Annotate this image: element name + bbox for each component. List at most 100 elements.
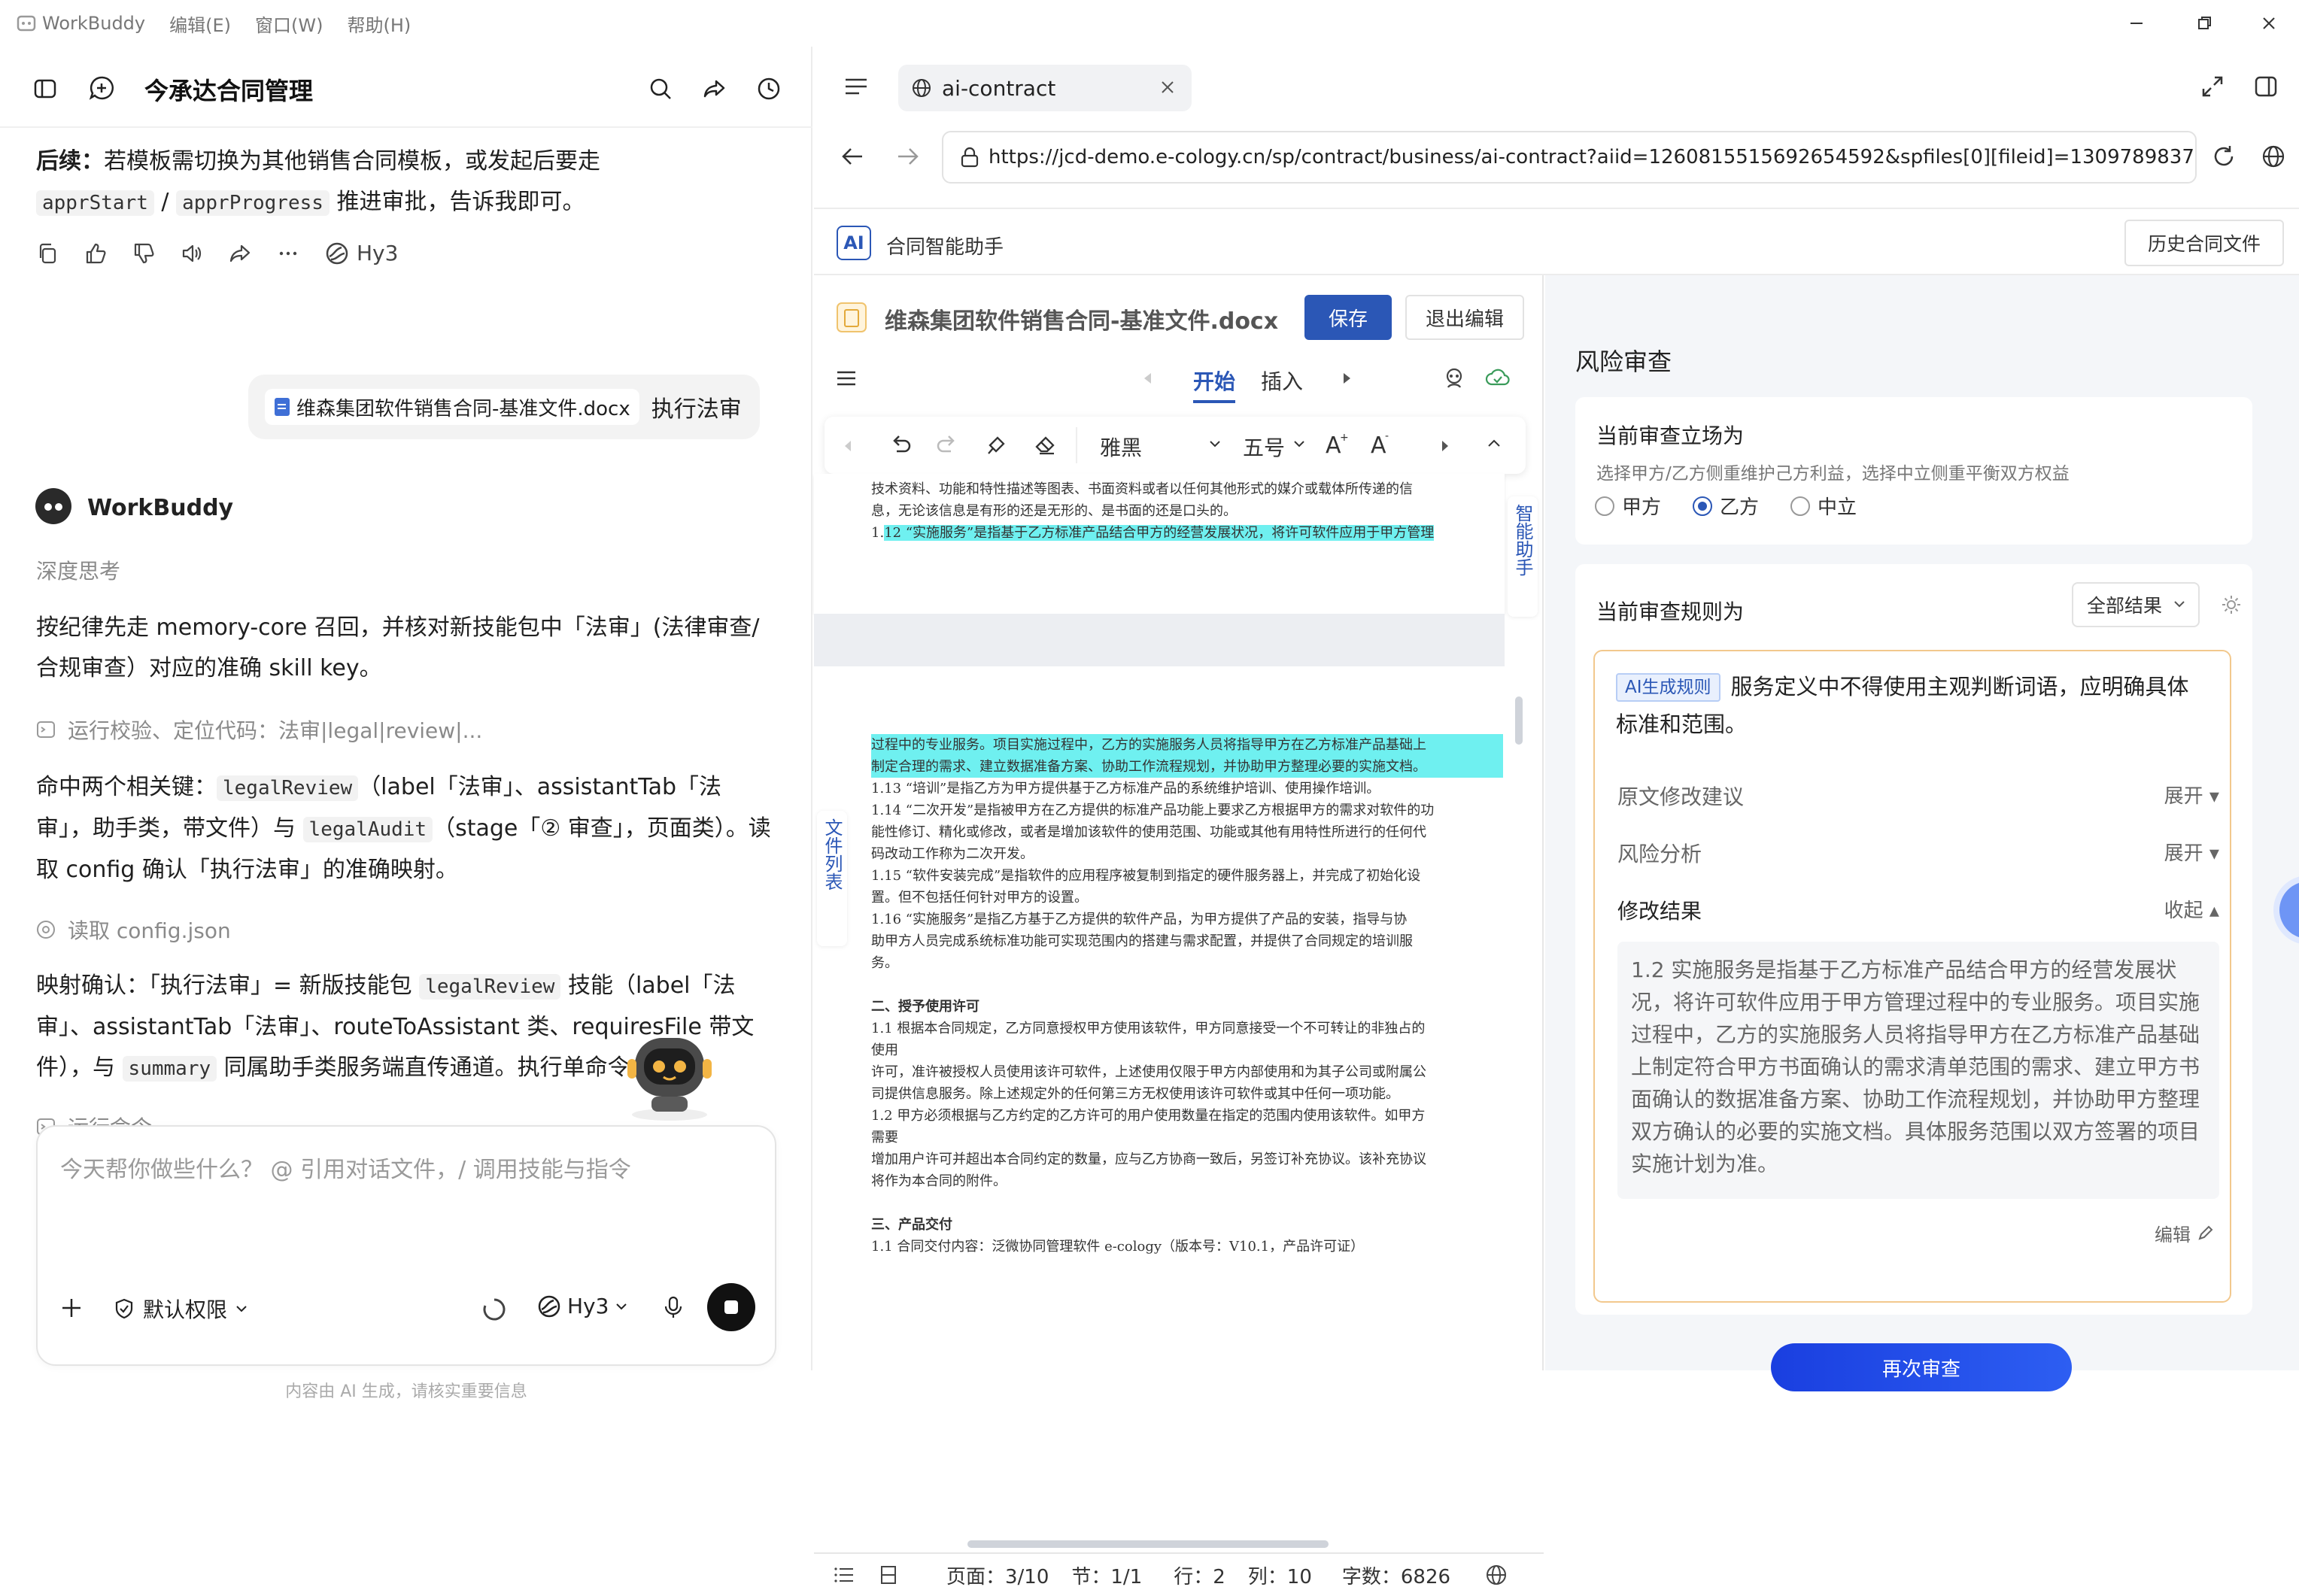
menu-list-icon[interactable] [844, 77, 868, 96]
exit-edit-button[interactable]: 退出编辑 [1405, 295, 1524, 340]
p3-text-a: 映射确认：「执行法审」= 新版技能包 [36, 972, 420, 999]
search-icon[interactable] [648, 77, 673, 101]
code-legalaudit: legalAudit [302, 817, 433, 842]
language-globe-icon[interactable] [1485, 1564, 1508, 1586]
globe-settings-icon[interactable] [2261, 144, 2285, 168]
undo-icon[interactable] [889, 433, 912, 456]
url-text: https://jcd-demo.e-cology.cn/sp/contract… [989, 146, 2195, 168]
toolbar-right-arrow-icon[interactable] [1440, 439, 1450, 453]
doc-line: 需要 [871, 1130, 898, 1145]
stance-option-party-b[interactable]: 乙方 [1693, 492, 1759, 520]
microphone-icon[interactable] [662, 1295, 685, 1319]
more-icon[interactable] [277, 242, 299, 265]
expand-icon[interactable] [2201, 75, 2224, 98]
page-view-icon[interactable] [879, 1565, 898, 1585]
history-icon[interactable] [757, 77, 781, 101]
forward-icon[interactable] [229, 242, 251, 265]
sidebar-toggle-icon[interactable] [33, 77, 57, 101]
section-risk-analysis[interactable]: 风险分析 展开 ▾ [1617, 838, 2219, 868]
radio-circle [1595, 496, 1614, 516]
stop-button[interactable] [707, 1283, 755, 1331]
reviewer-icon[interactable] [1441, 366, 1467, 390]
section-original-suggestion[interactable]: 原文修改建议 展开 ▾ [1617, 781, 2219, 811]
doc-horizontal-scrollbar[interactable] [967, 1540, 1329, 1548]
thumbs-down-icon[interactable] [132, 242, 155, 265]
page3-body[interactable]: 过程中的专业服务。项目实施过程中，乙方的实施服务人员将指导甲方在乙方标准产品基础… [871, 734, 1503, 1258]
browser-tab[interactable]: ai-contract [898, 65, 1192, 111]
thumbs-up-icon[interactable] [84, 242, 107, 265]
format-painter-icon[interactable] [986, 433, 1008, 456]
increase-font-icon[interactable]: A + [1324, 432, 1348, 456]
attached-file-chip[interactable]: 维森集团软件销售合同-基准文件.docx [265, 389, 639, 425]
model-selector[interactable]: Hy3 [537, 1294, 628, 1318]
doc-file-icon [835, 301, 868, 334]
eraser-icon[interactable] [1034, 433, 1056, 456]
recheck-button[interactable]: 再次审查 [1771, 1343, 2072, 1391]
minimize-button[interactable] [2106, 0, 2167, 47]
menu-edit[interactable]: 编辑(E) [169, 11, 231, 37]
section-expand-toggle[interactable]: 展开 ▾ [2164, 781, 2219, 811]
history-contracts-button[interactable]: 历史合同文件 [2124, 220, 2284, 266]
collapse-toolbar-icon[interactable] [1487, 438, 1502, 448]
model-selector-label: Hy3 [567, 1294, 609, 1318]
deep-thinking-label[interactable]: 深度思考 [36, 555, 120, 585]
font-name-select[interactable]: 雅黑 [1100, 432, 1142, 462]
maximize-button[interactable] [2174, 0, 2234, 47]
permission-selector[interactable]: 默认权限 [113, 1294, 248, 1324]
assistant-paragraph-1: 按纪律先走 memory-core 召回，并核对新技能包中「法审」(法律审查/合… [36, 614, 760, 681]
chat-input-box[interactable]: 今天帮你做些什么？ @ 引用对话文件，/ 调用技能与指令 默认权限 Hy3 [36, 1125, 776, 1366]
copy-icon[interactable] [36, 242, 59, 265]
section-expand-toggle[interactable]: 展开 ▾ [2164, 838, 2219, 868]
tabs-right-arrow-icon[interactable] [1341, 372, 1353, 385]
menu-help[interactable]: 帮助(H) [347, 11, 411, 37]
step-run-check[interactable]: 运行校验、定位代码：法审|legal|review|... [36, 715, 482, 745]
share-icon[interactable] [703, 77, 727, 101]
ai-assistant-side-tab[interactable]: 智能助手 [1508, 496, 1538, 617]
chat-input-placeholder[interactable]: 今天帮你做些什么？ @ 引用对话文件，/ 调用技能与指令 [60, 1151, 631, 1184]
user-message-bubble: 维森集团软件销售合同-基准文件.docx 执行法审 [248, 375, 760, 439]
close-tab-icon[interactable] [1159, 78, 1177, 96]
font-size-select[interactable]: 五号 [1243, 432, 1285, 462]
doc-blank [871, 974, 1503, 996]
section-result[interactable]: 修改结果 收起 ▴ [1617, 895, 2219, 925]
back-icon[interactable] [841, 146, 864, 167]
tab-insert[interactable]: 插入 [1261, 366, 1303, 396]
result-filter-select[interactable]: 全部结果 [2072, 582, 2200, 627]
settings-gear-icon[interactable] [2221, 594, 2242, 615]
new-chat-icon[interactable] [89, 75, 114, 101]
font-size-chevron-icon[interactable] [1292, 439, 1306, 450]
step-read-config[interactable]: 读取 config.json [36, 915, 231, 945]
doc-scrollbar-thumb[interactable] [1515, 696, 1523, 745]
close-window-button[interactable] [2239, 0, 2299, 47]
doc-line: 1.1 合同交付内容：泛微协同管理软件 e-cology（版本号：V10.1，产… [871, 1239, 1365, 1255]
tab-home[interactable]: 开始 [1193, 366, 1236, 403]
assistant-message-followup: 后续：若模板需切换为其他销售合同模板，或发起后要走 apprStart / ap… [36, 141, 773, 223]
file-list-side-tab[interactable]: 文件列表 [817, 811, 847, 946]
section-collapse-toggle[interactable]: 收起 ▴ [2164, 895, 2219, 925]
hamburger-menu-icon[interactable] [837, 370, 856, 387]
speaker-icon[interactable] [181, 242, 203, 265]
menu-window[interactable]: 窗口(W) [255, 11, 323, 37]
panel-toggle-icon[interactable] [2254, 75, 2278, 98]
decrease-font-icon[interactable]: A- [1369, 432, 1393, 456]
outline-icon[interactable] [834, 1566, 855, 1584]
stance-option-party-a[interactable]: 甲方 [1595, 492, 1661, 520]
add-attachment-icon[interactable] [60, 1297, 83, 1319]
cloud-sync-icon[interactable] [1485, 366, 1511, 390]
reload-icon[interactable] [2212, 144, 2236, 168]
save-button[interactable]: 保存 [1304, 295, 1392, 340]
url-field[interactable]: https://jcd-demo.e-cology.cn/sp/contract… [942, 131, 2197, 184]
toolbar-left-arrow-icon[interactable] [843, 439, 853, 453]
revision-result-text[interactable]: 1.2 实施服务是指基于乙方标准产品结合甲方的经营发展状况，将许可软件应用于甲方… [1617, 942, 2219, 1199]
edit-result-button[interactable]: 编辑 [2155, 1220, 2213, 1246]
stance-option-neutral[interactable]: 中立 [1790, 492, 1857, 520]
redo-icon[interactable] [936, 433, 958, 456]
doc-line: 务。 [871, 955, 898, 971]
font-name-chevron-icon[interactable] [1208, 439, 1222, 450]
code-apprstart: apprStart [36, 190, 154, 216]
doc-line: 1.16 “实施服务”是指乙方基于乙方提供的软件产品，为甲方提供了产品的安装，指… [871, 912, 1408, 927]
document-editor: 维森集团软件销售合同-基准文件.docx 保存 退出编辑 开始 插入 雅黑 五号… [814, 275, 1657, 1596]
tabs-left-arrow-icon[interactable] [1142, 372, 1154, 385]
forward-nav-icon[interactable] [897, 146, 919, 167]
page2-body[interactable]: 技术资料、功能和特性描述等图表、书面资料或者以任何其他形式的媒介或载体所传递的信… [871, 478, 1503, 544]
